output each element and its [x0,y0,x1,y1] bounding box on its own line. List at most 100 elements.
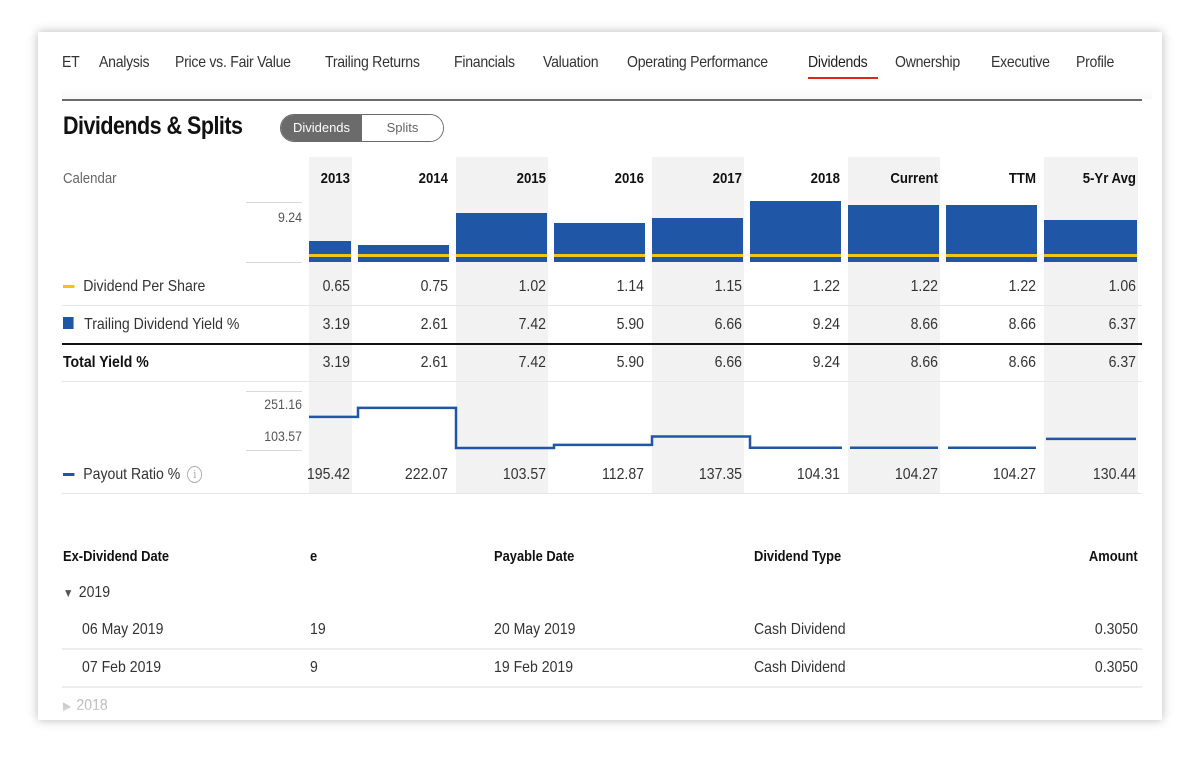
dividend-type-cell: Cash Dividend [754,659,846,676]
yield-value: 6.66 [714,316,742,333]
row-divider [62,305,1142,306]
nav-tab-ownership[interactable]: Ownership [895,54,960,72]
column-header: TTM [1008,170,1036,187]
yield-value: 8.66 [910,316,938,333]
dps-marker [358,253,449,257]
column-header: 5-Yr Avg [1082,170,1136,187]
row-divider-total [62,343,1142,345]
nav-tab-executive[interactable]: Executive [991,54,1050,72]
header-ex-dividend-date[interactable]: Ex-Dividend Date [63,548,169,565]
row-label-payout-ratio: Payout Ratio % i [63,466,203,484]
nav-tab-dividends[interactable]: Dividends [808,54,868,72]
payout-value: 222.07 [404,466,448,483]
dps-marker [309,253,351,257]
payout-value: 130.44 [1092,466,1136,483]
yield-bar [848,204,939,262]
info-icon[interactable]: i [187,466,203,484]
active-tab-underline [808,77,878,79]
yield-bar [750,201,841,262]
yield-axis-bottom [246,262,302,263]
bottom-fade [38,706,1162,720]
page-title: Dividends & Splits [63,112,243,140]
payout-value: 103.57 [502,466,546,483]
yield-value: 7.42 [518,316,546,333]
row-divider [62,493,1142,494]
yield-value: 3.19 [322,316,350,333]
nav-shade [62,88,1152,99]
payout-axis-top [246,391,302,392]
toggle-splits[interactable]: Splits [362,115,443,141]
dps-value: 0.65 [322,278,350,295]
nav-tab-valuation[interactable]: Valuation [543,54,599,72]
column-header: 2018 [810,170,840,187]
yield-axis-top [246,202,302,203]
header-payable-date[interactable]: Payable Date [494,548,574,565]
dps-value: 1.14 [616,278,644,295]
dps-marker [456,253,547,257]
yield-value: 5.90 [616,316,644,333]
ex-date-cell: 06 May 2019 [82,621,164,638]
payout-value: 112.87 [601,466,644,483]
yield-bar [652,218,743,262]
header-amount[interactable]: Amount [1089,548,1138,565]
header-record-date-clipped[interactable]: e [310,548,317,565]
nav-tab-price-vs-fair-value[interactable]: Price vs. Fair Value [175,54,291,72]
total-value: 2.61 [420,354,448,371]
payout-value: 104.27 [992,466,1036,483]
yield-axis-max-label: 9.24 [278,209,302,225]
payable-date-cell: 20 May 2019 [494,621,576,638]
year-group-2019[interactable]: ▼ 2019 [63,584,110,602]
record-date-cell: 19 [310,621,326,638]
row-label-total-yield: Total Yield % [63,354,149,371]
total-value: 7.42 [518,354,546,371]
nav-tab-et[interactable]: ET [62,54,80,72]
total-value: 8.66 [1008,354,1036,371]
dividend-type-cell: Cash Dividend [754,621,846,638]
caret-down-icon: ▼ [63,586,74,600]
dps-value: 0.75 [420,278,448,295]
dps-value: 1.06 [1108,278,1136,295]
total-value: 3.19 [322,354,350,371]
dps-value: 1.22 [910,278,938,295]
row-label-dividend-per-share: Dividend Per Share [63,278,205,296]
total-value: 6.37 [1108,354,1136,371]
yield-value: 8.66 [1008,316,1036,333]
total-value: 5.90 [616,354,644,371]
calendar-label: Calendar [63,170,117,187]
nav-divider [62,99,1142,101]
payout-value: 195.42 [306,466,350,483]
dps-value: 1.15 [714,278,742,295]
payout-value: 104.27 [894,466,938,483]
total-value: 9.24 [812,354,840,371]
total-value: 8.66 [910,354,938,371]
column-header: 2013 [320,170,350,187]
column-header: 2014 [418,170,448,187]
yield-bar [456,213,547,262]
nav-tab-analysis[interactable]: Analysis [99,54,150,72]
dps-value: 1.22 [1008,278,1036,295]
payout-axis-min-label: 103.57 [264,428,302,444]
column-header: 2017 [712,170,742,187]
toggle-dividends[interactable]: Dividends [281,115,362,141]
dps-marker [750,254,841,257]
yield-bar [1044,219,1137,262]
nav-tab-profile[interactable]: Profile [1076,54,1114,72]
yield-bar [358,244,449,262]
payable-date-cell: 19 Feb 2019 [494,659,574,676]
dps-marker [1044,253,1137,257]
nav-tab-operating-performance[interactable]: Operating Performance [627,54,768,72]
yield-bar [554,223,645,262]
yield-bar [309,240,351,262]
nav-tab-trailing-returns[interactable]: Trailing Returns [325,54,420,72]
row-label-trailing-yield: Trailing Dividend Yield % [63,316,239,334]
row-divider [62,381,1142,382]
row-divider [62,686,1142,688]
dps-value: 1.02 [518,278,546,295]
yield-legend-icon [63,317,74,330]
header-dividend-type[interactable]: Dividend Type [754,548,841,565]
ex-date-cell: 07 Feb 2019 [82,659,162,676]
dps-marker [652,253,743,257]
nav-tab-financials[interactable]: Financials [454,54,515,72]
yield-bar [946,204,1037,262]
amount-cell: 0.3050 [1094,659,1138,676]
